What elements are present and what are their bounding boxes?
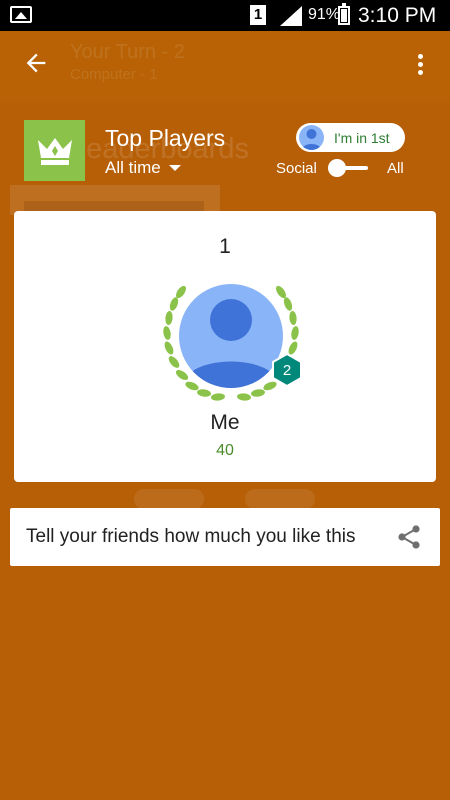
app-bar-subtitle: Computer - 1 xyxy=(70,66,158,83)
status-bar: 1 91% 3:10 PM xyxy=(0,0,450,31)
back-arrow-icon[interactable] xyxy=(22,49,50,77)
signal-strength-icon xyxy=(280,6,302,26)
social-all-toggle-thumb[interactable] xyxy=(328,159,346,177)
my-rank-chip[interactable]: I'm in 1st xyxy=(296,123,405,152)
time-period-label: All time xyxy=(105,158,161,177)
level-badge: 2 xyxy=(272,352,301,388)
player-score: 40 xyxy=(216,442,234,459)
leaderboard-title: Top Players xyxy=(105,125,226,151)
user-avatar-icon xyxy=(299,125,324,150)
top-player-card[interactable]: 1 2 Me 40 xyxy=(14,211,436,482)
clock: 3:10 PM xyxy=(358,4,437,27)
time-period-dropdown[interactable]: All time xyxy=(105,158,181,178)
gallery-icon xyxy=(10,6,32,23)
level-badge-value: 2 xyxy=(283,362,291,379)
dropdown-caret-icon xyxy=(168,165,181,171)
leaderboard-crown-icon xyxy=(24,120,85,181)
player-rank: 1 xyxy=(219,235,231,258)
share-label: Tell your friends how much you like this xyxy=(26,526,356,547)
share-icon[interactable] xyxy=(396,524,422,550)
all-toggle-label: All xyxy=(387,160,404,177)
battery-icon xyxy=(338,3,350,25)
social-toggle-label: Social xyxy=(276,160,317,177)
my-rank-label: I'm in 1st xyxy=(334,129,390,146)
player-name: Me xyxy=(210,411,240,434)
app-bar: Your Turn - 2 Computer - 1 xyxy=(0,31,450,103)
laurel-wreath-avatar: 2 xyxy=(163,284,301,401)
share-card[interactable]: Tell your friends how much you like this xyxy=(10,508,440,566)
sim-slot-indicator: 1 xyxy=(250,5,266,25)
overflow-menu-icon[interactable] xyxy=(408,51,432,79)
app-bar-title: Your Turn - 2 xyxy=(70,41,185,63)
battery-percent: 91% xyxy=(308,6,341,23)
player-avatar xyxy=(179,284,283,388)
